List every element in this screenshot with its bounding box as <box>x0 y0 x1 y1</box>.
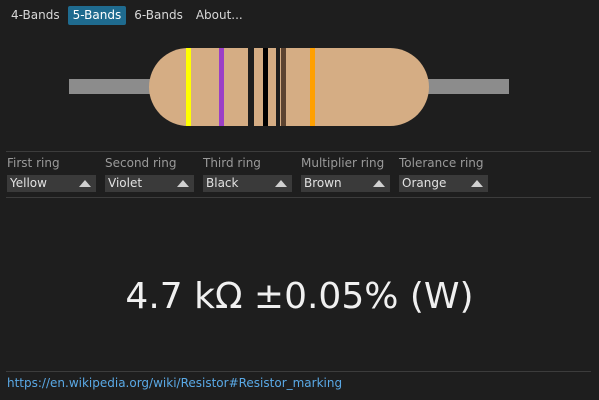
resistor-drawing <box>69 48 509 126</box>
tolerance-band <box>310 48 315 126</box>
resistance-result: 4.7 kΩ ±0.05% (W) <box>125 276 474 317</box>
multiplier-ring-value: Brown <box>304 176 342 190</box>
third-ring-value: Black <box>206 176 239 190</box>
ring-column-second: Second ring Violet <box>105 156 203 192</box>
first-ring-value: Yellow <box>10 176 47 190</box>
ring-column-multiplier: Multiplier ring Brown <box>301 156 399 192</box>
dropdown-arrow-icon <box>471 180 483 187</box>
tolerance-ring-select[interactable]: Orange <box>399 175 488 192</box>
multiplier-ring-select[interactable]: Brown <box>301 175 390 192</box>
second-ring-select[interactable]: Violet <box>105 175 194 192</box>
tolerance-ring-label: Tolerance ring <box>399 156 484 170</box>
second-band <box>219 48 224 126</box>
resistor-body <box>149 48 429 126</box>
resistor-body-gap-1 <box>248 48 254 126</box>
resistor-body-gap-2 <box>276 48 280 126</box>
dropdown-arrow-icon <box>79 180 91 187</box>
resistor-calculator-app: 4-Bands 5-Bands 6-Bands About... First r… <box>0 0 599 400</box>
second-ring-value: Violet <box>108 176 143 190</box>
separator-top <box>6 151 591 152</box>
first-ring-label: First ring <box>7 156 60 170</box>
third-ring-label: Third ring <box>203 156 261 170</box>
separator-bottom <box>6 371 591 372</box>
first-ring-select[interactable]: Yellow <box>7 175 96 192</box>
dropdown-arrow-icon <box>275 180 287 187</box>
dropdown-arrow-icon <box>373 180 385 187</box>
ring-column-tolerance: Tolerance ring Orange <box>399 156 497 192</box>
ring-column-first: First ring Yellow <box>7 156 105 192</box>
dropdown-arrow-icon <box>177 180 189 187</box>
first-band <box>186 48 191 126</box>
wikipedia-link[interactable]: https://en.wikipedia.org/wiki/Resistor#R… <box>7 376 342 391</box>
second-ring-label: Second ring <box>105 156 177 170</box>
resistor-lead-right <box>425 79 509 94</box>
third-ring-select[interactable]: Black <box>203 175 292 192</box>
multiplier-ring-label: Multiplier ring <box>301 156 385 170</box>
ring-column-third: Third ring Black <box>203 156 301 192</box>
multiplier-band <box>281 48 286 126</box>
resistor-lead-left <box>69 79 154 94</box>
separator-middle <box>6 197 591 198</box>
third-band <box>263 48 268 126</box>
ring-selectors: First ring Yellow Second ring Violet Thi… <box>7 156 592 192</box>
tolerance-ring-value: Orange <box>402 176 447 190</box>
